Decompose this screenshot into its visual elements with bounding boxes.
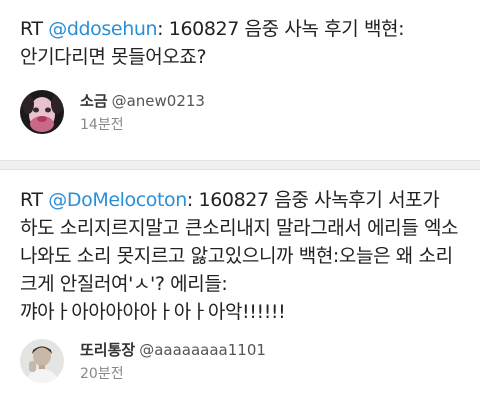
tweet-card[interactable]: RT @ddosehun: 160827 음중 사녹 후기 백현: 안기다리면 …: [0, 0, 480, 160]
author-name[interactable]: 소금: [80, 92, 108, 110]
timestamp: 14분전: [80, 117, 124, 133]
rt-prefix: RT: [20, 189, 49, 211]
author-handle[interactable]: @anew0213: [112, 92, 205, 110]
author-line: 또리통장 @aaaaaaaa1101: [80, 339, 266, 360]
timestamp: 20분전: [80, 366, 124, 382]
tweet-text: RT @DoMelocoton: 160827 음중 사녹후기 서포가 하도 소…: [20, 186, 468, 326]
divider: [0, 160, 480, 170]
avatar[interactable]: [20, 339, 64, 383]
mention-link[interactable]: @DoMelocoton: [48, 189, 187, 211]
profile-photo-icon: [20, 90, 64, 134]
author-name[interactable]: 또리통장: [80, 341, 135, 359]
author-row[interactable]: 소금 @anew0213 14분전: [20, 84, 460, 144]
author-row[interactable]: 또리통장 @aaaaaaaa1101 20분전: [20, 333, 460, 393]
author-line: 소금 @anew0213: [80, 90, 205, 111]
tweet-card[interactable]: RT @DoMelocoton: 160827 음중 사녹후기 서포가 하도 소…: [0, 170, 480, 403]
avatar[interactable]: [20, 90, 64, 134]
tweet-text: RT @ddosehun: 160827 음중 사녹 후기 백현: 안기다리면 …: [20, 15, 468, 71]
mention-link[interactable]: @ddosehun: [48, 18, 157, 40]
profile-photo-icon: [20, 339, 64, 383]
author-handle[interactable]: @aaaaaaaa1101: [139, 341, 266, 359]
rt-prefix: RT: [20, 18, 49, 40]
